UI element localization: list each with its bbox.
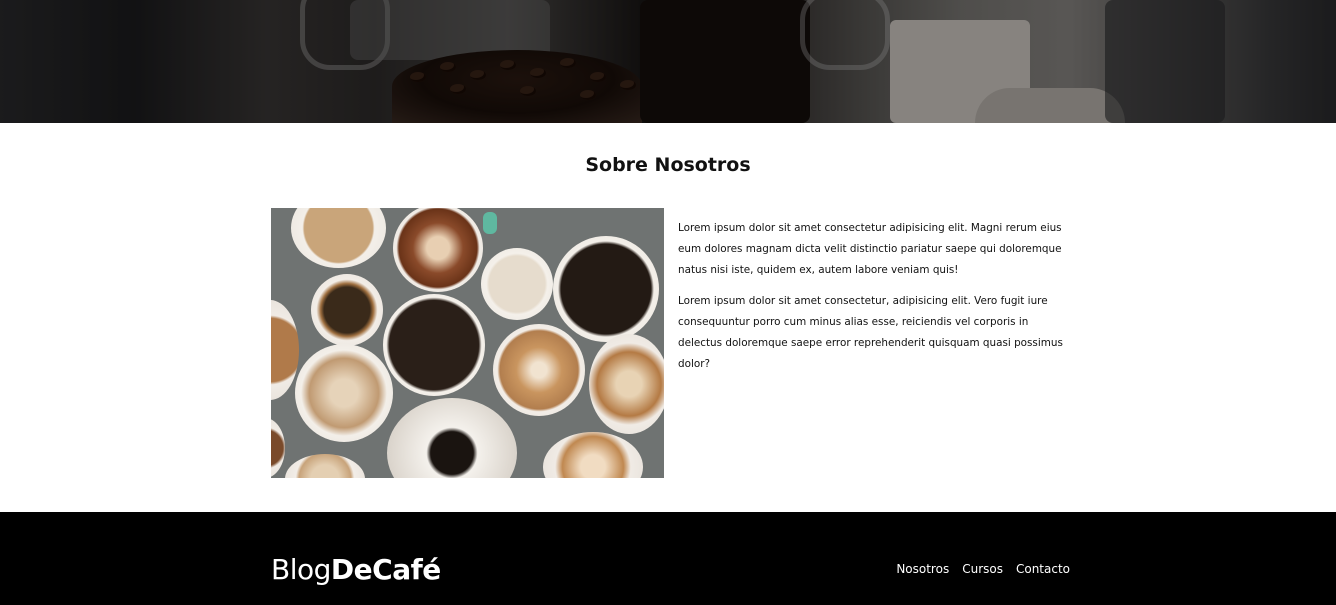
section-title: Sobre Nosotros (585, 154, 751, 176)
nav-link-contacto[interactable]: Contacto (1016, 562, 1070, 576)
logo-text-light: Blog (271, 553, 331, 586)
logo-text-bold: DeCafé (330, 553, 441, 586)
nav-link-cursos[interactable]: Cursos (962, 562, 1003, 576)
about-text: Lorem ipsum dolor sit amet consectetur a… (678, 218, 1074, 385)
coffee-cups-image (271, 208, 664, 478)
about-paragraph-2: Lorem ipsum dolor sit amet consectetur, … (678, 295, 1063, 370)
footer: BlogDeCafé Nosotros Cursos Contacto (0, 512, 1336, 605)
nav-link-nosotros[interactable]: Nosotros (896, 562, 949, 576)
hero-banner-image (0, 0, 1336, 123)
about-paragraph-1: Lorem ipsum dolor sit amet consectetur a… (678, 222, 1062, 276)
footer-nav: Nosotros Cursos Contacto (896, 562, 1070, 576)
footer-logo[interactable]: BlogDeCafé (271, 552, 441, 588)
